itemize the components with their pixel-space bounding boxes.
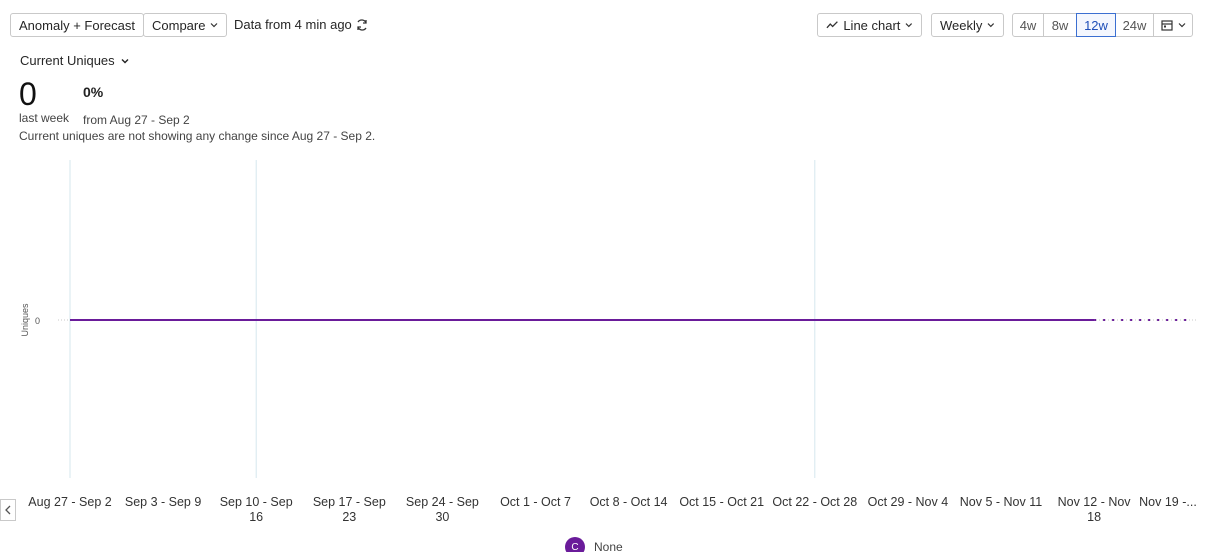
x-tick-label: Oct 8 - Oct 14 [590,495,668,509]
metric-value: 0 [19,76,37,112]
data-freshness-text: Data from 4 min ago [234,17,352,32]
chevron-left-icon [5,505,11,515]
anomaly-forecast-label: Anomaly + Forecast [19,17,135,33]
x-tick-label: Nov 19 -... [1139,495,1197,509]
x-tick-label: Oct 22 - Oct 28 [772,495,857,509]
metric-selector[interactable]: Current Uniques [20,53,129,68]
refresh-icon[interactable] [355,18,369,32]
compare-label: Compare [152,17,206,33]
range-selector: 4w 8w 12w 24w [1012,13,1193,37]
chevron-down-icon [121,58,129,63]
range-8w[interactable]: 8w [1043,13,1077,37]
chevron-down-icon [211,23,218,28]
chevron-down-icon [1178,23,1185,28]
chevron-down-icon [987,23,995,28]
range-12w[interactable]: 12w [1076,13,1116,37]
metric-change: 0% [83,84,104,100]
x-tick-label: Oct 29 - Nov 4 [868,495,949,509]
chevron-down-icon [905,23,913,28]
scroll-left-button[interactable] [0,499,16,521]
x-tick-label: Nov 5 - Nov 11 [960,495,1042,509]
x-tick-label: Sep 10 - Sep 16 [220,495,293,524]
x-tick-label: Aug 27 - Sep 2 [28,495,111,509]
line-chart: 0 Uniques Aug 27 - Sep 2 Sep 3 - Sep 9 Sep… [20,160,1198,524]
line-chart-icon [826,21,838,29]
compare-button[interactable]: Compare [143,13,228,37]
metric-name: Current Uniques [20,53,115,68]
legend-badge: C [565,537,585,552]
chart-legend[interactable]: C None [565,537,623,552]
chart-type-label: Line chart [843,17,901,33]
x-tick-label: Oct 1 - Oct 7 [500,495,571,509]
legend-label: None [594,540,623,552]
interval-button[interactable]: Weekly [931,13,1004,37]
x-tick-label: Oct 15 - Oct 21 [679,495,764,509]
y-tick-0: 0 [35,316,40,326]
calendar-icon [1160,20,1173,31]
chart-type-button[interactable]: Line chart [817,13,922,37]
date-picker-button[interactable] [1153,13,1193,37]
interval-label: Weekly [940,17,983,33]
metric-change-from: from Aug 27 - Sep 2 [83,113,190,127]
x-tick-label: Sep 24 - Sep 30 [406,495,479,524]
x-tick-label: Sep 17 - Sep 23 [313,495,386,524]
range-4w[interactable]: 4w [1012,13,1044,37]
x-tick-label: Sep 3 - Sep 9 [125,495,201,509]
y-axis-label: Uniques [20,303,30,337]
metric-summary: Current uniques are not showing any chan… [19,129,376,143]
metric-period: last week [19,111,70,125]
x-tick-labels: Aug 27 - Sep 2 Sep 3 - Sep 9 Sep 10 - Sep 1… [28,495,1197,524]
x-tick-label: Nov 12 - Nov 18 [1058,495,1132,524]
anomaly-forecast-button[interactable]: Anomaly + Forecast [10,13,144,37]
range-24w[interactable]: 24w [1115,13,1154,37]
